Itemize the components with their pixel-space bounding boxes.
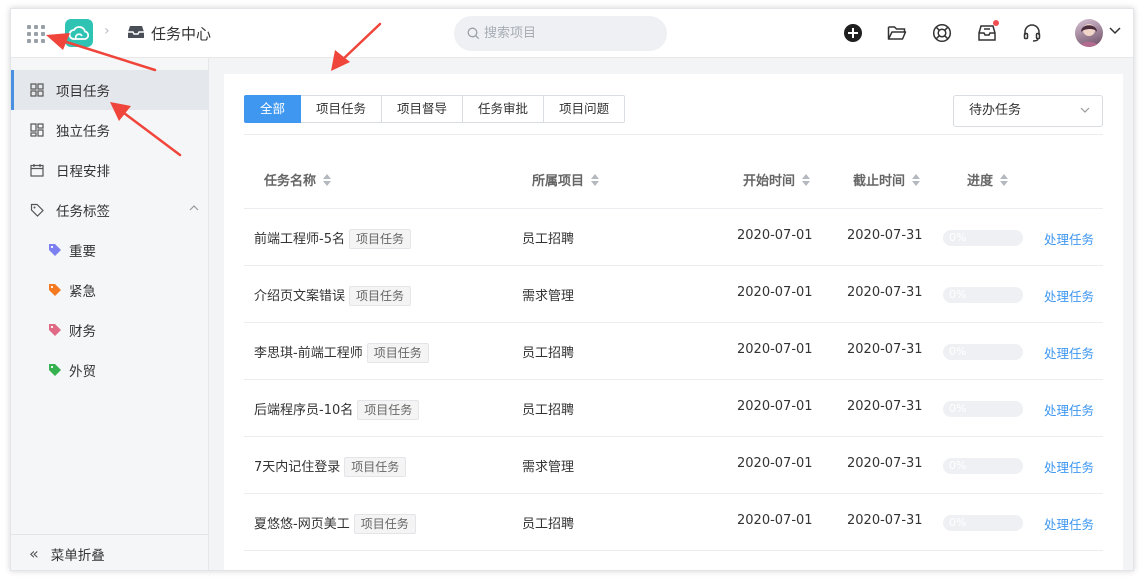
tab-project-issues[interactable]: 项目问题 — [544, 95, 626, 123]
column-header-name[interactable]: 任务名称 — [264, 170, 332, 189]
top-header: › 任务中心 — [11, 9, 1133, 58]
type-tag: 项目任务 — [344, 457, 407, 477]
tag-filled-icon — [49, 364, 61, 376]
table-row[interactable]: 后端程序员-10名 项目任务 员工招聘 2020-07-01 2020-07-31… — [244, 379, 1103, 436]
progress-bar: 0% — [943, 287, 1023, 303]
sidebar-item-task-tags[interactable]: 任务标签 — [11, 190, 209, 230]
progress-bar: 0% — [943, 515, 1023, 531]
tab-all[interactable]: 全部 — [244, 95, 302, 123]
sort-icon[interactable] — [1000, 173, 1009, 186]
sidebar-item-independent-tasks[interactable]: 独立任务 — [11, 110, 209, 150]
app-window: › 任务中心 项目任务 独立任务 日程安排 — [10, 8, 1134, 571]
process-task-link[interactable]: 处理任务 — [1044, 286, 1094, 305]
tab-project-tasks[interactable]: 项目任务 — [301, 95, 383, 123]
column-header-end[interactable]: 截止时间 — [853, 170, 921, 189]
page-title: 任务中心 — [151, 25, 212, 43]
tag-filled-icon — [49, 324, 61, 336]
task-list-card: 全部 项目任务 项目督导 任务审批 项目问题 待办任务 任务名称 所属项目 开始… — [224, 74, 1123, 570]
folder-open-icon[interactable] — [887, 23, 907, 43]
sidebar-item-label: 任务标签 — [56, 204, 110, 220]
progress-bar: 0% — [943, 230, 1023, 246]
process-task-link[interactable]: 处理任务 — [1044, 457, 1094, 476]
sidebar: 项目任务 独立任务 日程安排 任务标签 重要 紧急 财务 外贸 « 菜单折叠 — [11, 58, 209, 570]
progress-bar: 0% — [943, 401, 1023, 417]
tag-finance[interactable]: 财务 — [48, 315, 96, 345]
filter-tabs: 全部 项目任务 项目督导 任务审批 项目问题 — [244, 95, 626, 123]
progress-bar: 0% — [943, 344, 1023, 360]
apps-grid-icon[interactable] — [27, 25, 45, 43]
tab-task-approval[interactable]: 任务审批 — [463, 95, 545, 123]
process-task-link[interactable]: 处理任务 — [1044, 343, 1094, 362]
calendar-icon — [30, 164, 44, 177]
sidebar-item-schedule[interactable]: 日程安排 — [11, 150, 209, 190]
sidebar-item-label: 项目任务 — [56, 84, 110, 100]
tag-foreign-trade[interactable]: 外贸 — [48, 355, 96, 385]
search-box[interactable] — [454, 16, 667, 51]
layout-icon — [30, 123, 44, 137]
table-row[interactable]: 前端工程师-5名 项目任务 员工招聘 2020-07-01 2020-07-31 … — [244, 208, 1103, 265]
sort-icon[interactable] — [323, 173, 332, 186]
chevron-down-icon — [1080, 107, 1090, 113]
table-row[interactable]: 7天内记住登录 项目任务 需求管理 2020-07-01 2020-07-31 0… — [244, 436, 1103, 493]
sort-icon[interactable] — [591, 173, 600, 186]
chevron-down-icon[interactable] — [1109, 27, 1121, 35]
headset-support-icon[interactable] — [1022, 23, 1042, 43]
help-lifebuoy-icon[interactable] — [932, 23, 952, 43]
column-header-progress[interactable]: 进度 — [967, 170, 1009, 189]
add-circle-icon[interactable] — [843, 23, 863, 43]
inbox-icon — [128, 26, 144, 38]
tab-project-supervision[interactable]: 项目督导 — [382, 95, 464, 123]
notification-dot — [993, 20, 999, 26]
tag-icon — [30, 203, 44, 217]
sidebar-item-label: 独立任务 — [56, 124, 110, 140]
type-tag: 项目任务 — [353, 514, 416, 534]
type-tag: 项目任务 — [348, 229, 411, 249]
table-row[interactable]: 夏悠悠-网页美工 项目任务 员工招聘 2020-07-01 2020-07-31 … — [244, 493, 1103, 550]
search-icon — [467, 27, 480, 40]
divider — [244, 134, 1103, 135]
sidebar-item-label: 日程安排 — [56, 164, 110, 180]
tag-important[interactable]: 重要 — [48, 235, 96, 265]
process-task-link[interactable]: 处理任务 — [1044, 400, 1094, 419]
type-tag: 项目任务 — [366, 343, 429, 363]
chevron-up-icon[interactable] — [189, 205, 199, 211]
table-row — [244, 550, 1103, 570]
sort-icon[interactable] — [802, 173, 811, 186]
cloud-logo-icon[interactable] — [65, 19, 93, 47]
table-row[interactable]: 介绍页文案错误 项目任务 需求管理 2020-07-01 2020-07-31 0… — [244, 265, 1103, 322]
tag-filled-icon — [49, 244, 61, 256]
table-row[interactable]: 李思琪-前端工程师 项目任务 员工招聘 2020-07-01 2020-07-31… — [244, 322, 1103, 379]
sidebar-item-project-tasks[interactable]: 项目任务 — [11, 70, 209, 110]
double-chevron-left-icon: « — [29, 544, 39, 563]
chevron-right-icon: › — [104, 23, 110, 39]
menu-collapse-button[interactable]: « 菜单折叠 — [11, 534, 209, 570]
column-header-start[interactable]: 开始时间 — [743, 170, 811, 189]
sort-icon[interactable] — [912, 173, 921, 186]
inbox-tray-icon[interactable] — [977, 20, 999, 43]
grid-icon — [30, 83, 44, 97]
column-header-project[interactable]: 所属项目 — [532, 170, 600, 189]
user-avatar[interactable] — [1075, 19, 1103, 47]
process-task-link[interactable]: 处理任务 — [1044, 229, 1094, 248]
tag-filled-icon — [49, 284, 61, 296]
search-input[interactable] — [484, 24, 654, 43]
type-tag: 项目任务 — [349, 286, 412, 306]
tag-urgent[interactable]: 紧急 — [48, 275, 96, 305]
type-tag: 项目任务 — [357, 400, 420, 420]
progress-bar: 0% — [943, 458, 1023, 474]
task-status-select[interactable]: 待办任务 — [953, 95, 1103, 127]
process-task-link[interactable]: 处理任务 — [1044, 514, 1094, 533]
